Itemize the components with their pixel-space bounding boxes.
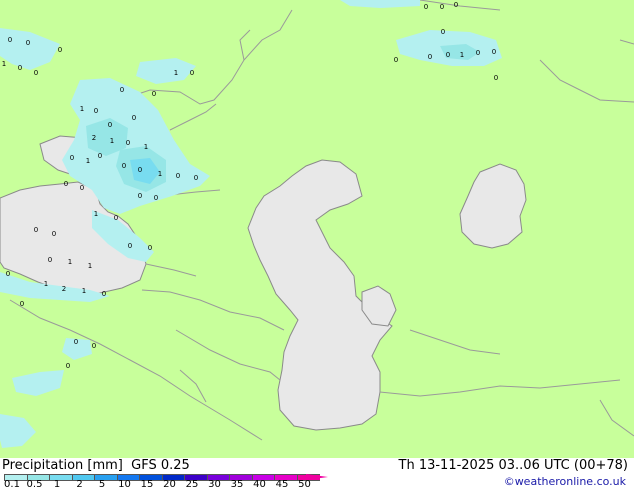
map-label: 1 [94, 210, 98, 218]
map-label: 1 [44, 280, 48, 288]
map-label: 0 [454, 1, 458, 9]
map-label: 0 [138, 192, 142, 200]
map-label: 0 [428, 53, 432, 61]
map-label: 0 [66, 362, 70, 370]
scale-tick-label: 0.1 [4, 479, 20, 490]
map-label: 0 [102, 290, 106, 298]
map-label: 0 [108, 121, 112, 129]
scale-tick-label: 2 [76, 479, 83, 490]
map-label: 1 [158, 170, 162, 178]
map-label: 0 [190, 69, 194, 77]
map-label: 1 [88, 262, 92, 270]
scale-arrow-icon [306, 474, 328, 480]
map-label: 0 [74, 338, 78, 346]
scale-tick-label: 30 [208, 479, 221, 490]
scale-swatch [49, 474, 73, 481]
scale-swatch [71, 474, 95, 481]
scale-tick-label: 0.5 [26, 479, 43, 490]
map-label: 0 [34, 226, 38, 234]
map-label: 0 [138, 166, 142, 174]
map-label: 0 [52, 230, 56, 238]
map-label: 0 [394, 56, 398, 64]
scale-tick-label: 1 [53, 479, 61, 490]
map-label: 0 [6, 270, 10, 278]
map-label: 0 [122, 162, 126, 170]
map-label: 0 [92, 342, 96, 350]
scale-swatch [94, 474, 118, 481]
map-label: 1 [174, 69, 178, 77]
map-label: 1 [82, 287, 86, 295]
scale-tick-label: 25 [185, 479, 199, 490]
scale-tick-label: 20 [163, 479, 176, 490]
precipitation-map: 0 0 0 0 0 0 0 1 0 0 0 0 0 0 1 0 1 0 0 0 … [0, 0, 634, 458]
map-label: 1 [110, 137, 114, 145]
map-label: 0 [98, 152, 102, 160]
map-label: 0 [424, 3, 428, 11]
forecast-datetime: Th 13-11-2025 03..06 UTC (00+78) [398, 458, 629, 473]
map-label: 0 [20, 300, 24, 308]
map-label: 0 [440, 3, 444, 11]
map-label: 1 [86, 157, 90, 165]
map-label: 0 [48, 256, 52, 264]
map-label: 0 [152, 90, 156, 98]
map-label: 0 [8, 36, 12, 44]
map-label: 1 [68, 258, 72, 266]
map-label: 0 [476, 49, 480, 57]
scale-tick-label: 35 [230, 479, 244, 490]
map-label: 0 [194, 174, 198, 182]
map-label: 0 [126, 139, 130, 147]
map-label: 0 [441, 28, 445, 36]
map-label: 0 [120, 86, 124, 94]
scale-tick-label: 15 [140, 479, 154, 490]
map-label: 0 [446, 51, 450, 59]
map-label: 0 [494, 74, 498, 82]
map-label: 0 [492, 48, 496, 56]
map-label: 1 [460, 51, 464, 59]
map-label: 0 [128, 242, 132, 250]
legend-title: Precipitation [mm] GFS 0.25 [2, 458, 190, 473]
map-label: 0 [176, 172, 180, 180]
map-label: 0 [34, 69, 38, 77]
scale-tick-label: 45 [275, 479, 289, 490]
scale-tick-label: 10 [118, 479, 131, 490]
map-label: 1 [80, 105, 84, 113]
map-label: 0 [58, 46, 62, 54]
legend-bar: Precipitation [mm] GFS 0.25 Th 13-11-202… [0, 458, 634, 490]
credit-link[interactable]: ©weatheronline.co.uk [504, 475, 626, 488]
scale-tick-label: 40 [253, 479, 266, 490]
map-label: 0 [132, 114, 136, 122]
map-label: 2 [62, 285, 66, 293]
map-label: 1 [2, 60, 6, 68]
scale-tick-label: 5 [98, 479, 106, 490]
map-label: 2 [92, 134, 96, 142]
map-label: 0 [18, 64, 22, 72]
map-label: 0 [26, 39, 30, 47]
map-label: 0 [114, 214, 118, 222]
map-label: 0 [80, 184, 84, 192]
map-label: 0 [94, 107, 98, 115]
map-label: 0 [70, 154, 74, 162]
map-label: 0 [154, 194, 158, 202]
map-label: 0 [148, 244, 152, 252]
map-label: 1 [144, 143, 148, 151]
map-label: 0 [64, 180, 68, 188]
